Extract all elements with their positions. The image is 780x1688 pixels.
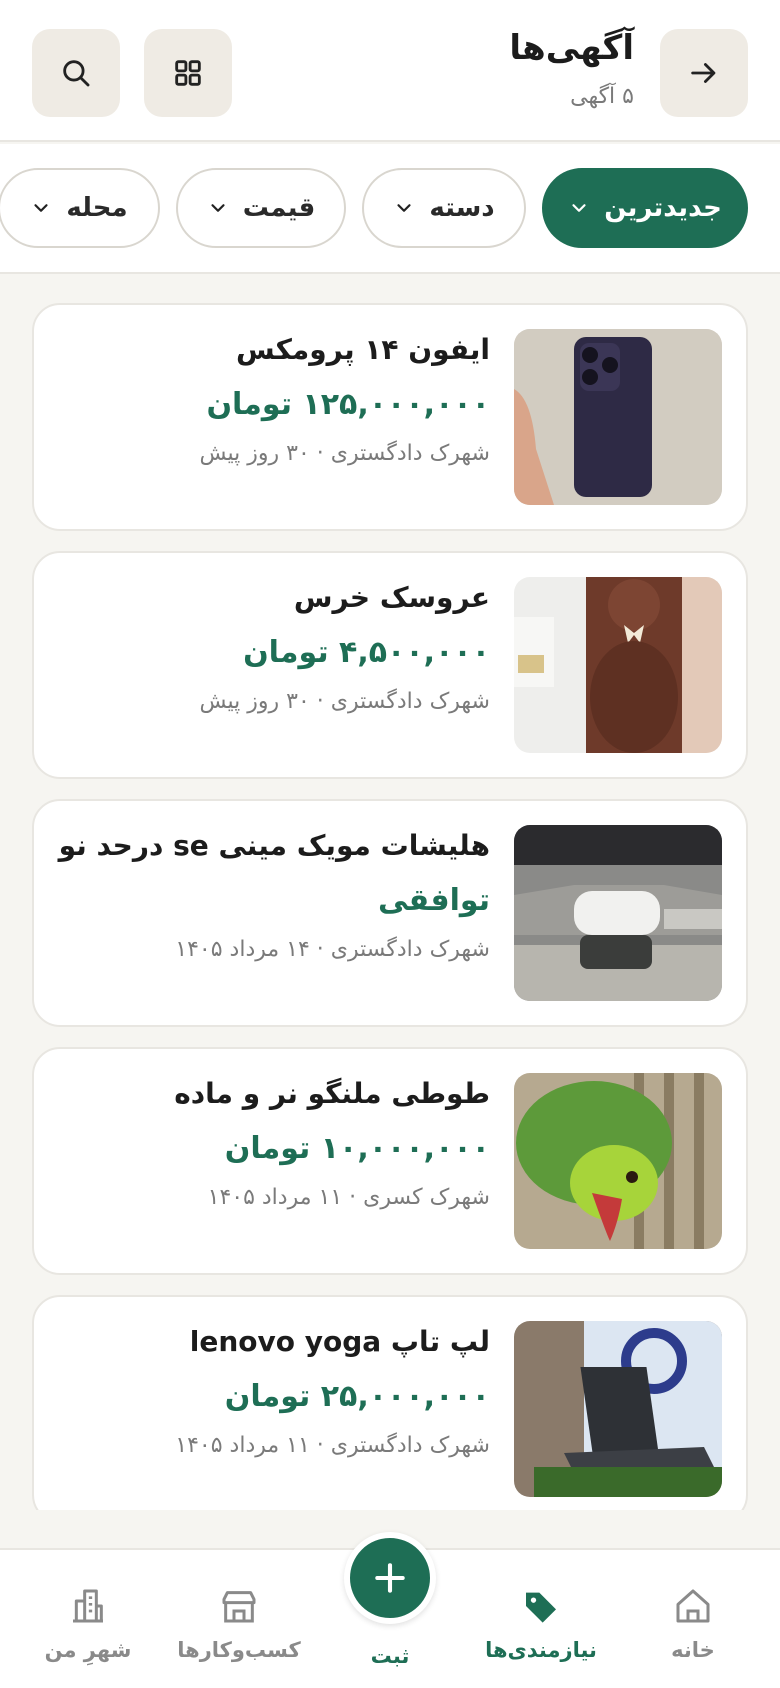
nav-business[interactable]: کسب‌وکارها xyxy=(169,1586,309,1662)
ad-card[interactable]: هلیشات مویک مینی se درحد نو توافقی شهرک … xyxy=(32,799,748,1027)
ad-image xyxy=(514,825,722,1001)
ad-title: طوطی ملنگو نر و ماده xyxy=(174,1077,490,1110)
nav-home-label: خانه xyxy=(671,1638,715,1662)
filter-area[interactable]: محله xyxy=(0,168,160,248)
chevron-down-icon xyxy=(572,204,586,212)
filter-price-label: قیمت xyxy=(242,193,316,223)
filter-category[interactable]: دسته xyxy=(362,168,526,248)
ad-card[interactable]: طوطی ملنگو نر و ماده ۱۰,۰۰۰,۰۰۰ تومان شه… xyxy=(32,1047,748,1275)
ad-meta: شهرک دادگستری · ۳۰ روز پیش xyxy=(199,689,491,714)
nav-home[interactable]: خانه xyxy=(623,1586,763,1662)
parrot-photo xyxy=(514,1073,722,1249)
filter-bar: جدیدترین دسته قیمت محله xyxy=(0,144,780,274)
drone-photo xyxy=(514,825,722,1001)
back-button[interactable] xyxy=(660,29,748,117)
ad-price: ۱۲۵,۰۰۰,۰۰۰ تومان xyxy=(206,387,490,422)
chevron-down-icon xyxy=(211,204,225,212)
post-ad-button[interactable] xyxy=(344,1532,436,1624)
ad-price: توافقی xyxy=(378,883,490,918)
ad-card[interactable]: عروسک خرس ۴,۵۰۰,۰۰۰ تومان شهرک دادگستری … xyxy=(32,551,748,779)
nav-business-label: کسب‌وکارها xyxy=(177,1638,301,1662)
ad-image xyxy=(514,329,722,505)
ad-image xyxy=(514,577,722,753)
ad-title: هلیشات مویک مینی se درحد نو xyxy=(58,829,490,862)
ad-meta: شهرک کسری · ۱۱ مرداد ۱۴۰۵ xyxy=(207,1185,490,1210)
nav-city-label: شهرِ من xyxy=(44,1638,132,1662)
ad-price: ۴,۵۰۰,۰۰۰ تومان xyxy=(243,635,490,670)
nav-needs-label: نیازمندی‌ها xyxy=(485,1638,597,1662)
chevron-down-icon xyxy=(34,204,48,212)
ad-meta: شهرک دادگستری · ۳۰ روز پیش xyxy=(199,441,491,466)
nav-post-label-wrap[interactable]: ثبت xyxy=(320,1644,460,1668)
chevron-down-icon xyxy=(397,204,411,212)
ad-meta: شهرک دادگستری · ۱۱ مرداد ۱۴۰۵ xyxy=(175,1433,490,1458)
nav-post-label: ثبت xyxy=(370,1644,410,1668)
teddy-bear-photo xyxy=(514,577,722,753)
home-icon xyxy=(676,1589,710,1623)
nav-needs[interactable]: نیازمندی‌ها xyxy=(471,1586,611,1662)
ad-image xyxy=(514,1321,722,1497)
grid-view-button[interactable] xyxy=(144,29,232,117)
ad-image xyxy=(514,1073,722,1249)
tag-icon xyxy=(526,1592,556,1623)
ad-price: ۱۰,۰۰۰,۰۰۰ تومان xyxy=(224,1131,490,1166)
plus-icon xyxy=(375,1563,405,1593)
nav-city[interactable]: شهرِ من xyxy=(18,1586,158,1662)
filter-newest[interactable]: جدیدترین xyxy=(542,168,748,248)
ad-price: ۲۵,۰۰۰,۰۰۰ تومان xyxy=(224,1379,490,1414)
ad-meta: شهرک دادگستری · ۱۴ مرداد ۱۴۰۵ xyxy=(175,937,490,962)
city-icon xyxy=(73,1589,103,1623)
search-button[interactable] xyxy=(32,29,120,117)
ads-count: ۵ آگهی xyxy=(570,84,634,109)
filter-newest-label: جدیدترین xyxy=(604,193,722,223)
ad-card[interactable]: ایفون ۱۴ پرومکس ۱۲۵,۰۰۰,۰۰۰ تومان شهرک د… xyxy=(32,303,748,531)
ad-card[interactable]: لپ تاپ lenovo yoga ۲۵,۰۰۰,۰۰۰ تومان شهرک… xyxy=(32,1295,748,1510)
grid-icon xyxy=(175,60,201,86)
ads-list: ایفون ۱۴ پرومکس ۱۲۵,۰۰۰,۰۰۰ تومان شهرک د… xyxy=(0,276,780,1510)
ad-title: عروسک خرس xyxy=(293,581,490,614)
ad-title: لپ تاپ lenovo yoga xyxy=(189,1325,490,1358)
search-icon xyxy=(63,60,90,87)
filter-area-label: محله xyxy=(66,193,128,223)
storefront-icon xyxy=(222,1591,256,1623)
arrow-right-icon xyxy=(691,63,716,83)
filter-price[interactable]: قیمت xyxy=(176,168,346,248)
filter-category-label: دسته xyxy=(429,193,495,223)
phone-photo xyxy=(514,329,722,505)
page-title: آگهی‌ها xyxy=(509,28,634,68)
laptop-photo xyxy=(514,1321,722,1497)
app-header: آگهی‌ها ۵ آگهی xyxy=(0,0,780,142)
ad-title: ایفون ۱۴ پرومکس xyxy=(236,333,490,366)
